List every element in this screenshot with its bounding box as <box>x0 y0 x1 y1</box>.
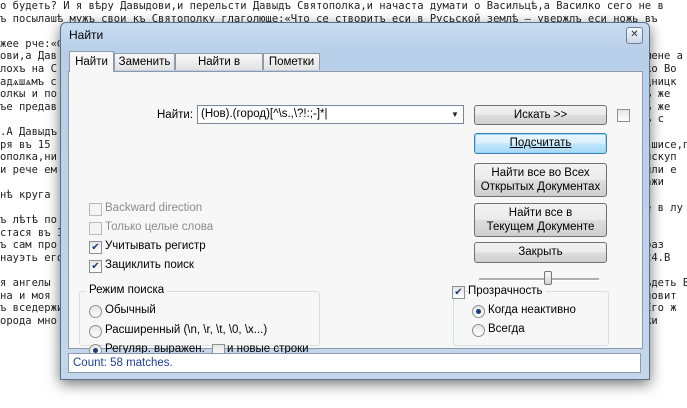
find-all-open-line2: Открытых Документах <box>480 181 601 193</box>
radio-selected-dot <box>476 309 481 314</box>
status-bar: Count: 58 matches. <box>68 353 641 373</box>
search-mode-title: Режим поиска <box>86 284 168 296</box>
tab-find-in-files[interactable]: Найти в файлах <box>175 53 263 85</box>
transparency-label: Прозрачность <box>468 285 546 297</box>
find-dialog: Найти ✕ Найти Заменить Найти в файлах По… <box>60 22 650 380</box>
background-text-right: ъдеть В <box>645 277 687 290</box>
extra-option-checkbox[interactable] <box>617 109 630 122</box>
tab-find[interactable]: Найти <box>69 51 114 72</box>
find-all-open-line1: Найти все во Всех <box>491 167 590 179</box>
count-button-label: Подсчитать <box>509 137 572 149</box>
background-text-line: о будеть? И я вѣру Давыдови,и перельсти … <box>0 0 664 12</box>
whole-word-label: Только целые слова <box>105 221 214 233</box>
transparency-inactive-radio[interactable] <box>472 305 485 318</box>
backward-direction-checkbox[interactable] <box>89 203 102 216</box>
wrap-around-checkbox[interactable]: ✔ <box>89 260 102 273</box>
window-title: Найти <box>69 28 104 42</box>
close-icon[interactable]: ✕ <box>626 27 643 44</box>
wrap-around-label: Зациклить поиск <box>105 259 194 271</box>
transparency-always-label: Всегда <box>488 323 525 335</box>
find-next-button[interactable]: Искать >> <box>474 105 607 125</box>
transparency-inactive-label: Когда неактивно <box>488 304 576 316</box>
mode-extended-label: Расширенный (\n, \r, \t, \0, \x...) <box>105 324 268 336</box>
mode-normal-label: Обычный <box>105 304 156 316</box>
background-text-right: мене а <box>645 50 683 63</box>
transparency-always-radio[interactable] <box>472 324 485 337</box>
tab-marks[interactable]: Пометки <box>263 53 320 70</box>
mode-extended-radio[interactable] <box>89 325 102 338</box>
transparency-checkbox[interactable]: ✔ <box>452 286 465 299</box>
find-all-open-docs-button[interactable]: Найти все во Всех Открытых Документах <box>474 163 607 197</box>
close-button[interactable]: Закрыть <box>474 242 607 263</box>
find-all-current-line1: Найти все в <box>508 207 573 219</box>
search-mode-group: Режим поиска <box>79 284 320 346</box>
count-button[interactable]: Подсчитать <box>474 133 607 154</box>
find-input-value: (Нов).(город)[^\s.,\?!:;-]*| <box>201 108 328 120</box>
whole-word-checkbox[interactable] <box>89 222 102 235</box>
match-case-label: Учитывать регистр <box>105 240 206 252</box>
background-text-right: вшисе,по <box>645 138 687 151</box>
find-label: Найти: <box>157 109 194 121</box>
backward-direction-label: Backward direction <box>105 202 203 214</box>
transparency-slider-thumb[interactable] <box>544 271 552 285</box>
find-all-current-line2: Текущем Документе <box>486 221 595 233</box>
background-text-right: е в лу <box>645 201 683 214</box>
match-case-checkbox[interactable]: ✔ <box>89 241 102 254</box>
tab-replace[interactable]: Заменить <box>114 53 175 70</box>
find-all-current-doc-button[interactable]: Найти все в Текущем Документе <box>474 203 607 237</box>
transparency-group <box>453 291 609 346</box>
find-input[interactable]: (Нов).(город)[^\s.,\?!:;-]*| ▼ <box>197 105 464 124</box>
dropdown-arrow-icon[interactable]: ▼ <box>449 106 461 123</box>
transparency-slider-track[interactable] <box>479 278 599 281</box>
mode-normal-radio[interactable] <box>89 305 102 318</box>
find-panel: Найти: (Нов).(город)[^\s.,\?!:;-]*| ▼ Ис… <box>68 71 643 357</box>
